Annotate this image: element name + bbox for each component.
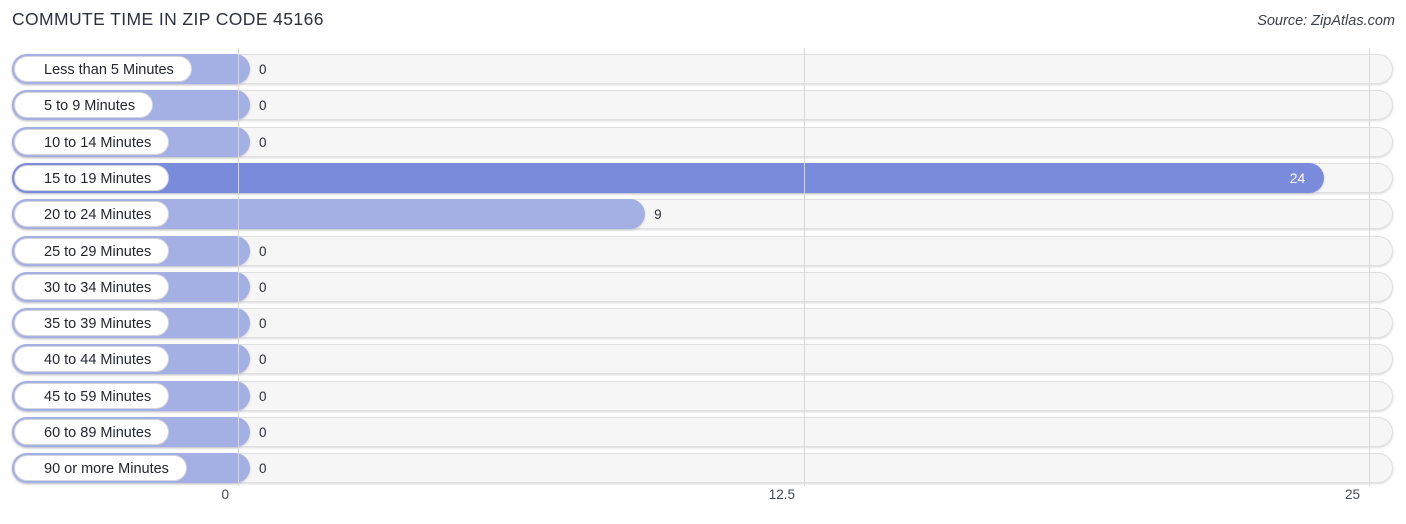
bar-value-label: 0 <box>259 62 267 77</box>
bar-value-label: 9 <box>654 207 662 223</box>
bar-category-label: 90 or more Minutes <box>14 455 187 482</box>
bar-value-label: 0 <box>259 425 267 440</box>
bar-value-label: 0 <box>259 134 267 150</box>
bar-category-label: 15 to 19 Minutes <box>14 164 170 191</box>
bar-category-label: 30 to 34 Minutes <box>14 273 170 300</box>
bar-row[interactable]: 25 to 29 Minutes 0 <box>12 235 1393 266</box>
bar-row[interactable]: 90 or more Minutes 0 <box>12 453 1393 484</box>
bar-row[interactable]: 40 to 44 Minutes 0 <box>12 344 1393 375</box>
bar-value-label: 0 <box>259 243 267 259</box>
bar-value-label: 0 <box>259 388 267 404</box>
x-tick-label: 25 <box>1344 487 1360 502</box>
bar-row[interactable]: 35 to 39 Minutes 0 <box>12 308 1393 339</box>
bar-value-label: 24 <box>1289 169 1306 186</box>
bar-row[interactable]: 60 to 89 Minutes 0 <box>12 417 1393 447</box>
bar-row[interactable]: 20 to 24 Minutes 9 <box>12 199 1393 230</box>
x-axis: 0 12.5 25 <box>0 487 1406 517</box>
plot-area: Less than 5 Minutes 0 5 to 9 Minutes 0 10 to… <box>0 48 1406 486</box>
bar-category-label: 60 to 89 Minutes <box>14 419 170 445</box>
bar-row[interactable]: 5 to 9 Minutes 0 <box>12 90 1393 121</box>
bar-category-label: 40 to 44 Minutes <box>14 346 170 373</box>
bar-category-label: 5 to 9 Minutes <box>14 92 154 119</box>
bar-row[interactable]: 45 to 59 Minutes 0 <box>12 380 1393 411</box>
bar-category-label: 10 to 14 Minutes <box>14 128 170 155</box>
bar-category-label: 45 to 59 Minutes <box>14 382 170 409</box>
bar-category-label: 35 to 39 Minutes <box>14 310 170 337</box>
gridline-0 <box>238 48 239 486</box>
chart-container: COMMUTE TIME IN ZIP CODE 45166 Source: Z… <box>0 0 1406 524</box>
bar-category-label: Less than 5 Minutes <box>14 56 192 82</box>
gridline-25 <box>1369 48 1370 486</box>
bar-value-label: 0 <box>259 316 267 332</box>
bar-value-label: 0 <box>259 352 267 368</box>
page-title: COMMUTE TIME IN ZIP CODE 45166 <box>12 9 324 29</box>
bar-row[interactable]: 10 to 14 Minutes 0 <box>12 126 1393 157</box>
bar-row[interactable]: 30 to 34 Minutes 0 <box>12 271 1393 302</box>
bar-fill <box>12 162 1324 193</box>
bar-category-label: 20 to 24 Minutes <box>14 201 170 228</box>
bar-row[interactable]: Less than 5 Minutes 0 <box>12 54 1393 84</box>
bar-value-label: 0 <box>259 98 267 114</box>
gridline-12.5 <box>804 48 805 486</box>
x-tick-label: 0 <box>221 487 229 502</box>
bar-row[interactable]: 15 to 19 Minutes 24 <box>12 162 1393 193</box>
bar-value-label: 0 <box>259 279 267 295</box>
x-tick-label: 12.5 <box>768 487 795 502</box>
bar-category-label: 25 to 29 Minutes <box>14 237 170 264</box>
source-attribution: Source: ZipAtlas.com <box>1257 13 1395 29</box>
bar-value-label: 0 <box>259 461 267 477</box>
